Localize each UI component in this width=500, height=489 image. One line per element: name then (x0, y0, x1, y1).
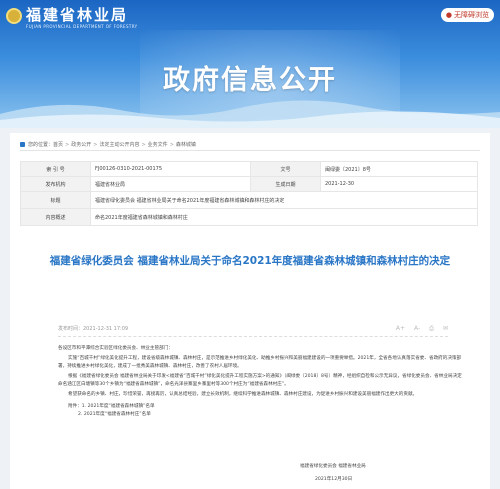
article-info-row: 发布时间：2021-12-31 17:09 A+ A- ⎙ ✉ (58, 325, 448, 333)
accessibility-icon: ● (445, 11, 452, 19)
article-tools: A+ A- ⎙ ✉ (396, 325, 448, 333)
index-label: 索 引 号 (20, 161, 91, 177)
emblem-icon (6, 8, 22, 24)
publish-time: 发布时间：2021-12-31 17:09 (58, 326, 129, 332)
signature-orgs: 福建省绿化委员会 福建省林业局 (300, 464, 366, 469)
attachment-link-2[interactable]: 2. 2021年度“福建省森林村庄”名单 (58, 411, 462, 419)
breadcrumb-item-legal[interactable]: 法定主动公开内容 (99, 141, 139, 148)
index-value: FJ00126-0310-2021-00175 (90, 161, 251, 177)
signature-date: 2021年12月30日 (315, 477, 353, 482)
banner-title: 政府信息公开 (163, 65, 337, 96)
breadcrumb-item-gov-open[interactable]: 政务公开 (71, 141, 91, 148)
doc-number-label: 文号 (250, 161, 321, 177)
doc-number-value: 闽绿委〔2021〕8号 (320, 161, 478, 177)
paragraph: 根据《福建省绿化委员会 福建省林业局关于印发<福建省“百城千村”绿化美化提升工程… (58, 374, 462, 387)
title-label: 标题 (20, 191, 91, 209)
content-card: 您的位置： 首页 > 政务公开 > 法定主动公开内容 > 业务文件 > 森林城镇… (10, 133, 490, 489)
table-row: 标题 福建省绿化委员会 福建省林业局关于命名2021年度福建省森林城镇和森林村庄… (20, 191, 478, 209)
article-divider (58, 336, 448, 337)
home-icon (20, 142, 25, 147)
site-logo[interactable]: 福建省林业局 FUJIAN PROVINCIAL DEPARTMENT OF F… (6, 6, 138, 30)
date-value: 2021-12-30 (320, 176, 478, 192)
metadata-table: 索 引 号 FJ00126-0310-2021-00175 文号 闽绿委〔202… (20, 161, 478, 226)
publisher-value: 福建省林业局 (90, 176, 251, 192)
summary-label: 内容概述 (20, 208, 91, 226)
breadcrumb-item-home[interactable]: 首页 (53, 141, 63, 148)
title-value: 福建省绿化委员会 福建省林业局关于命名2021年度福建省森林城镇和森林村庄的决定 (90, 191, 478, 209)
summary-value: 命名2021年度福建省森林城镇和森林村庄 (90, 208, 478, 226)
print-icon[interactable]: ⎙ (429, 325, 434, 333)
header-banner: 福建省林业局 FUJIAN PROVINCIAL DEPARTMENT OF F… (0, 0, 500, 128)
salutation: 各设区市和平潭综合实验区绿化委员会、林业主管部门： (58, 346, 173, 351)
publisher-label: 发布机构 (20, 176, 91, 192)
accessibility-button[interactable]: ● 无障碍浏览 (440, 8, 494, 22)
paragraph: 希望获命名的乡镇、村庄，珍惜荣誉，再接再厉，认真总结经验，建立长效机制，继续科学… (68, 392, 418, 397)
font-decrease-button[interactable]: A- (414, 325, 420, 333)
date-label: 生成日期 (250, 176, 321, 192)
attachments: 附件：1. 2021年度“福建省森林城镇”名单 2. 2021年度“福建省森林村… (58, 403, 462, 419)
breadcrumb-divider (20, 150, 480, 151)
share-icon[interactable]: ✉ (443, 325, 448, 333)
breadcrumb: 您的位置： 首页 > 政务公开 > 法定主动公开内容 > 业务文件 > 森林城镇 (20, 141, 196, 148)
table-row: 发布机构 福建省林业局 生成日期 2021-12-30 (20, 176, 478, 192)
breadcrumb-item-forest-town[interactable]: 森林城镇 (176, 141, 196, 148)
accessibility-label: 无障碍浏览 (454, 11, 489, 19)
article-body: 各设区市和平潭综合实验区绿化委员会、林业主管部门： 实施“百城千村”绿化美化提升… (58, 345, 462, 419)
paragraph: 实施“百城千村”绿化美化提升工程，建设省级森林城镇、森林村庄，是示范推进乡村绿化… (58, 356, 462, 369)
table-row: 索 引 号 FJ00126-0310-2021-00175 文号 闽绿委〔202… (20, 161, 478, 177)
org-name-cn: 福建省林业局 (26, 6, 129, 24)
table-row: 内容概述 命名2021年度福建省森林城镇和森林村庄 (20, 208, 478, 226)
attachment-link-1[interactable]: 附件：1. 2021年度“福建省森林城镇”名单 (58, 403, 462, 411)
org-name-en: FUJIAN PROVINCIAL DEPARTMENT OF FORESTRY (26, 24, 138, 29)
article-title: 福建省绿化委员会 福建省林业局关于命名2021年度福建省森林城镇和森林村庄的决定 (49, 255, 451, 267)
breadcrumb-item-business[interactable]: 业务文件 (148, 141, 168, 148)
font-increase-button[interactable]: A+ (396, 325, 405, 333)
